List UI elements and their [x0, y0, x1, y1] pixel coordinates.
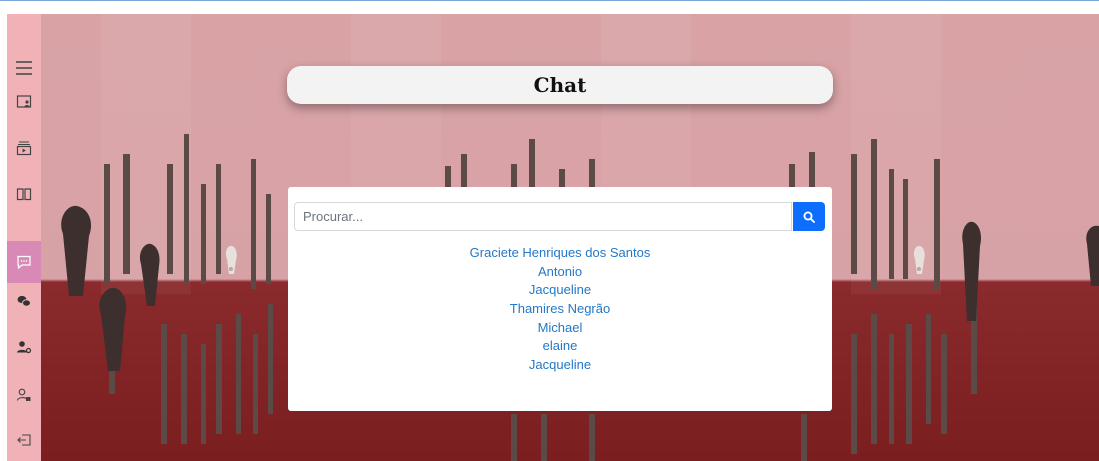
sidebar-item-profile[interactable]	[7, 90, 41, 114]
list-item: elaine	[288, 337, 832, 356]
sidebar	[7, 14, 41, 461]
menu-icon	[16, 61, 32, 75]
book-icon	[16, 188, 32, 201]
contact-link[interactable]: Graciete Henriques dos Santos	[470, 245, 651, 260]
list-item: Thamires Negrão	[288, 300, 832, 319]
sidebar-item-chat[interactable]	[7, 250, 41, 274]
list-item: Jacqueline	[288, 356, 832, 375]
users-settings-icon	[17, 341, 32, 354]
chat-bubble-icon	[17, 255, 31, 270]
search-icon	[803, 211, 815, 223]
contacts-panel: Graciete Henriques dos Santos Antonio Ja…	[288, 187, 832, 411]
contact-link[interactable]: Antonio	[538, 264, 582, 279]
sidebar-item-community[interactable]	[7, 289, 41, 313]
group-chat-icon	[17, 295, 31, 307]
user-lock-icon	[16, 388, 31, 401]
sidebar-item-videos[interactable]	[7, 136, 41, 160]
sidebar-item-menu[interactable]	[7, 56, 41, 80]
sidebar-item-users[interactable]	[7, 335, 41, 359]
video-tray-icon	[16, 141, 32, 156]
contact-link[interactable]: Thamires Negrão	[510, 301, 610, 316]
contact-link[interactable]: Jacqueline	[529, 282, 591, 297]
sidebar-item-account[interactable]	[7, 383, 41, 407]
list-item: Antonio	[288, 263, 832, 282]
search-input[interactable]	[294, 202, 792, 231]
chat-title-bar: Chat	[287, 66, 833, 104]
list-item: Graciete Henriques dos Santos	[288, 244, 832, 263]
contact-list: Graciete Henriques dos Santos Antonio Ja…	[288, 244, 832, 375]
sidebar-item-courses[interactable]	[7, 182, 41, 206]
contact-link[interactable]: Michael	[538, 320, 583, 335]
list-item: Jacqueline	[288, 281, 832, 300]
list-item: Michael	[288, 319, 832, 338]
search-button[interactable]	[793, 202, 825, 231]
contact-link[interactable]: Jacqueline	[529, 357, 591, 372]
profile-card-icon	[16, 95, 32, 108]
sidebar-item-logout[interactable]	[7, 428, 41, 452]
window-top-border	[0, 0, 1099, 14]
search-bar	[294, 202, 825, 231]
page-title: Chat	[533, 73, 587, 97]
logout-icon	[17, 434, 31, 446]
contact-link[interactable]: elaine	[543, 338, 578, 353]
